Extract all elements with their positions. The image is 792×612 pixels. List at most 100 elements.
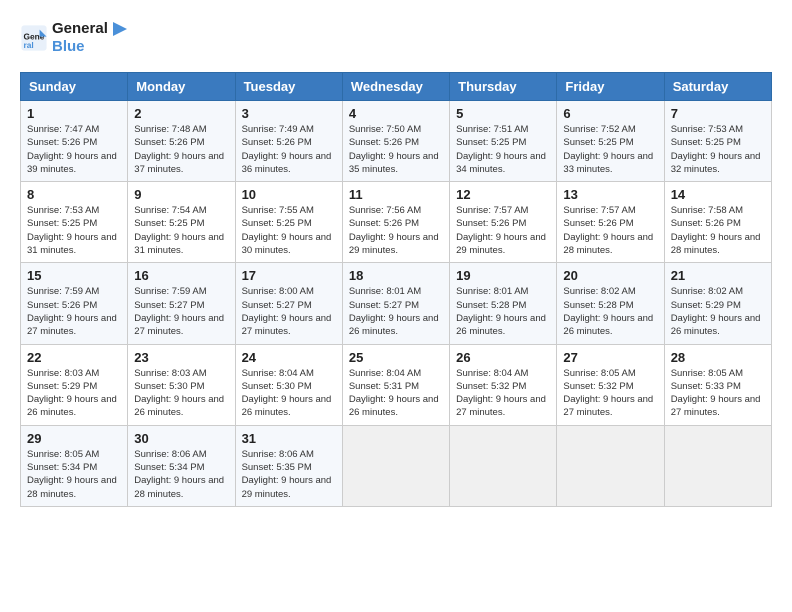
day-number: 3 (242, 106, 336, 121)
day-number: 1 (27, 106, 121, 121)
day-detail: Sunrise: 8:06 AMSunset: 5:34 PMDaylight:… (134, 448, 228, 501)
day-number: 2 (134, 106, 228, 121)
day-number: 5 (456, 106, 550, 121)
weekday-header-wednesday: Wednesday (342, 73, 449, 101)
day-number: 13 (563, 187, 657, 202)
table-row: 2 Sunrise: 7:48 AMSunset: 5:26 PMDayligh… (128, 101, 235, 182)
table-row: 14 Sunrise: 7:58 AMSunset: 5:26 PMDaylig… (664, 182, 771, 263)
day-number: 28 (671, 350, 765, 365)
table-row: 31 Sunrise: 8:06 AMSunset: 5:35 PMDaylig… (235, 425, 342, 506)
table-row: 7 Sunrise: 7:53 AMSunset: 5:25 PMDayligh… (664, 101, 771, 182)
day-detail: Sunrise: 7:55 AMSunset: 5:25 PMDaylight:… (242, 204, 336, 257)
table-row: 22 Sunrise: 8:03 AMSunset: 5:29 PMDaylig… (21, 344, 128, 425)
day-number: 19 (456, 268, 550, 283)
table-row (664, 425, 771, 506)
day-detail: Sunrise: 7:59 AMSunset: 5:26 PMDaylight:… (27, 285, 121, 338)
day-number: 7 (671, 106, 765, 121)
day-detail: Sunrise: 8:05 AMSunset: 5:34 PMDaylight:… (27, 448, 121, 501)
table-row: 1 Sunrise: 7:47 AMSunset: 5:26 PMDayligh… (21, 101, 128, 182)
day-number: 12 (456, 187, 550, 202)
table-row: 15 Sunrise: 7:59 AMSunset: 5:26 PMDaylig… (21, 263, 128, 344)
day-detail: Sunrise: 8:04 AMSunset: 5:32 PMDaylight:… (456, 367, 550, 420)
page-header: Gene ral General Blue (20, 20, 772, 56)
day-detail: Sunrise: 8:02 AMSunset: 5:28 PMDaylight:… (563, 285, 657, 338)
day-detail: Sunrise: 8:00 AMSunset: 5:27 PMDaylight:… (242, 285, 336, 338)
day-detail: Sunrise: 7:56 AMSunset: 5:26 PMDaylight:… (349, 204, 443, 257)
day-number: 8 (27, 187, 121, 202)
day-number: 4 (349, 106, 443, 121)
day-detail: Sunrise: 8:04 AMSunset: 5:31 PMDaylight:… (349, 367, 443, 420)
day-number: 26 (456, 350, 550, 365)
day-number: 9 (134, 187, 228, 202)
table-row: 24 Sunrise: 8:04 AMSunset: 5:30 PMDaylig… (235, 344, 342, 425)
day-number: 21 (671, 268, 765, 283)
day-number: 16 (134, 268, 228, 283)
table-row: 6 Sunrise: 7:52 AMSunset: 5:25 PMDayligh… (557, 101, 664, 182)
day-number: 24 (242, 350, 336, 365)
weekday-header-friday: Friday (557, 73, 664, 101)
table-row: 26 Sunrise: 8:04 AMSunset: 5:32 PMDaylig… (450, 344, 557, 425)
day-detail: Sunrise: 8:03 AMSunset: 5:30 PMDaylight:… (134, 367, 228, 420)
day-detail: Sunrise: 7:50 AMSunset: 5:26 PMDaylight:… (349, 123, 443, 176)
weekday-header-saturday: Saturday (664, 73, 771, 101)
table-row: 16 Sunrise: 7:59 AMSunset: 5:27 PMDaylig… (128, 263, 235, 344)
day-number: 6 (563, 106, 657, 121)
day-number: 14 (671, 187, 765, 202)
weekday-header-thursday: Thursday (450, 73, 557, 101)
day-detail: Sunrise: 7:48 AMSunset: 5:26 PMDaylight:… (134, 123, 228, 176)
day-detail: Sunrise: 8:05 AMSunset: 5:33 PMDaylight:… (671, 367, 765, 420)
weekday-header-sunday: Sunday (21, 73, 128, 101)
table-row (557, 425, 664, 506)
day-detail: Sunrise: 7:54 AMSunset: 5:25 PMDaylight:… (134, 204, 228, 257)
table-row: 9 Sunrise: 7:54 AMSunset: 5:25 PMDayligh… (128, 182, 235, 263)
day-detail: Sunrise: 7:49 AMSunset: 5:26 PMDaylight:… (242, 123, 336, 176)
day-number: 29 (27, 431, 121, 446)
day-number: 30 (134, 431, 228, 446)
day-detail: Sunrise: 8:03 AMSunset: 5:29 PMDaylight:… (27, 367, 121, 420)
day-number: 17 (242, 268, 336, 283)
table-row: 25 Sunrise: 8:04 AMSunset: 5:31 PMDaylig… (342, 344, 449, 425)
day-detail: Sunrise: 8:02 AMSunset: 5:29 PMDaylight:… (671, 285, 765, 338)
table-row: 5 Sunrise: 7:51 AMSunset: 5:25 PMDayligh… (450, 101, 557, 182)
logo-icon: Gene ral (20, 24, 48, 52)
table-row: 13 Sunrise: 7:57 AMSunset: 5:26 PMDaylig… (557, 182, 664, 263)
day-detail: Sunrise: 7:57 AMSunset: 5:26 PMDaylight:… (563, 204, 657, 257)
weekday-header-tuesday: Tuesday (235, 73, 342, 101)
table-row: 10 Sunrise: 7:55 AMSunset: 5:25 PMDaylig… (235, 182, 342, 263)
table-row: 4 Sunrise: 7:50 AMSunset: 5:26 PMDayligh… (342, 101, 449, 182)
day-number: 15 (27, 268, 121, 283)
table-row: 23 Sunrise: 8:03 AMSunset: 5:30 PMDaylig… (128, 344, 235, 425)
day-detail: Sunrise: 7:53 AMSunset: 5:25 PMDaylight:… (27, 204, 121, 257)
day-number: 18 (349, 268, 443, 283)
table-row: 20 Sunrise: 8:02 AMSunset: 5:28 PMDaylig… (557, 263, 664, 344)
day-number: 20 (563, 268, 657, 283)
table-row (342, 425, 449, 506)
weekday-header-monday: Monday (128, 73, 235, 101)
day-number: 23 (134, 350, 228, 365)
table-row: 29 Sunrise: 8:05 AMSunset: 5:34 PMDaylig… (21, 425, 128, 506)
table-row: 19 Sunrise: 8:01 AMSunset: 5:28 PMDaylig… (450, 263, 557, 344)
day-number: 11 (349, 187, 443, 202)
day-detail: Sunrise: 7:53 AMSunset: 5:25 PMDaylight:… (671, 123, 765, 176)
svg-text:ral: ral (24, 40, 34, 50)
table-row: 18 Sunrise: 8:01 AMSunset: 5:27 PMDaylig… (342, 263, 449, 344)
calendar-table: SundayMondayTuesdayWednesdayThursdayFrid… (20, 72, 772, 507)
table-row: 11 Sunrise: 7:56 AMSunset: 5:26 PMDaylig… (342, 182, 449, 263)
day-detail: Sunrise: 7:47 AMSunset: 5:26 PMDaylight:… (27, 123, 121, 176)
day-number: 27 (563, 350, 657, 365)
table-row (450, 425, 557, 506)
table-row: 3 Sunrise: 7:49 AMSunset: 5:26 PMDayligh… (235, 101, 342, 182)
day-number: 31 (242, 431, 336, 446)
table-row: 8 Sunrise: 7:53 AMSunset: 5:25 PMDayligh… (21, 182, 128, 263)
table-row: 12 Sunrise: 7:57 AMSunset: 5:26 PMDaylig… (450, 182, 557, 263)
day-detail: Sunrise: 8:04 AMSunset: 5:30 PMDaylight:… (242, 367, 336, 420)
day-number: 10 (242, 187, 336, 202)
day-detail: Sunrise: 8:05 AMSunset: 5:32 PMDaylight:… (563, 367, 657, 420)
table-row: 27 Sunrise: 8:05 AMSunset: 5:32 PMDaylig… (557, 344, 664, 425)
table-row: 17 Sunrise: 8:00 AMSunset: 5:27 PMDaylig… (235, 263, 342, 344)
day-detail: Sunrise: 7:51 AMSunset: 5:25 PMDaylight:… (456, 123, 550, 176)
day-number: 22 (27, 350, 121, 365)
day-detail: Sunrise: 7:52 AMSunset: 5:25 PMDaylight:… (563, 123, 657, 176)
day-number: 25 (349, 350, 443, 365)
table-row: 30 Sunrise: 8:06 AMSunset: 5:34 PMDaylig… (128, 425, 235, 506)
